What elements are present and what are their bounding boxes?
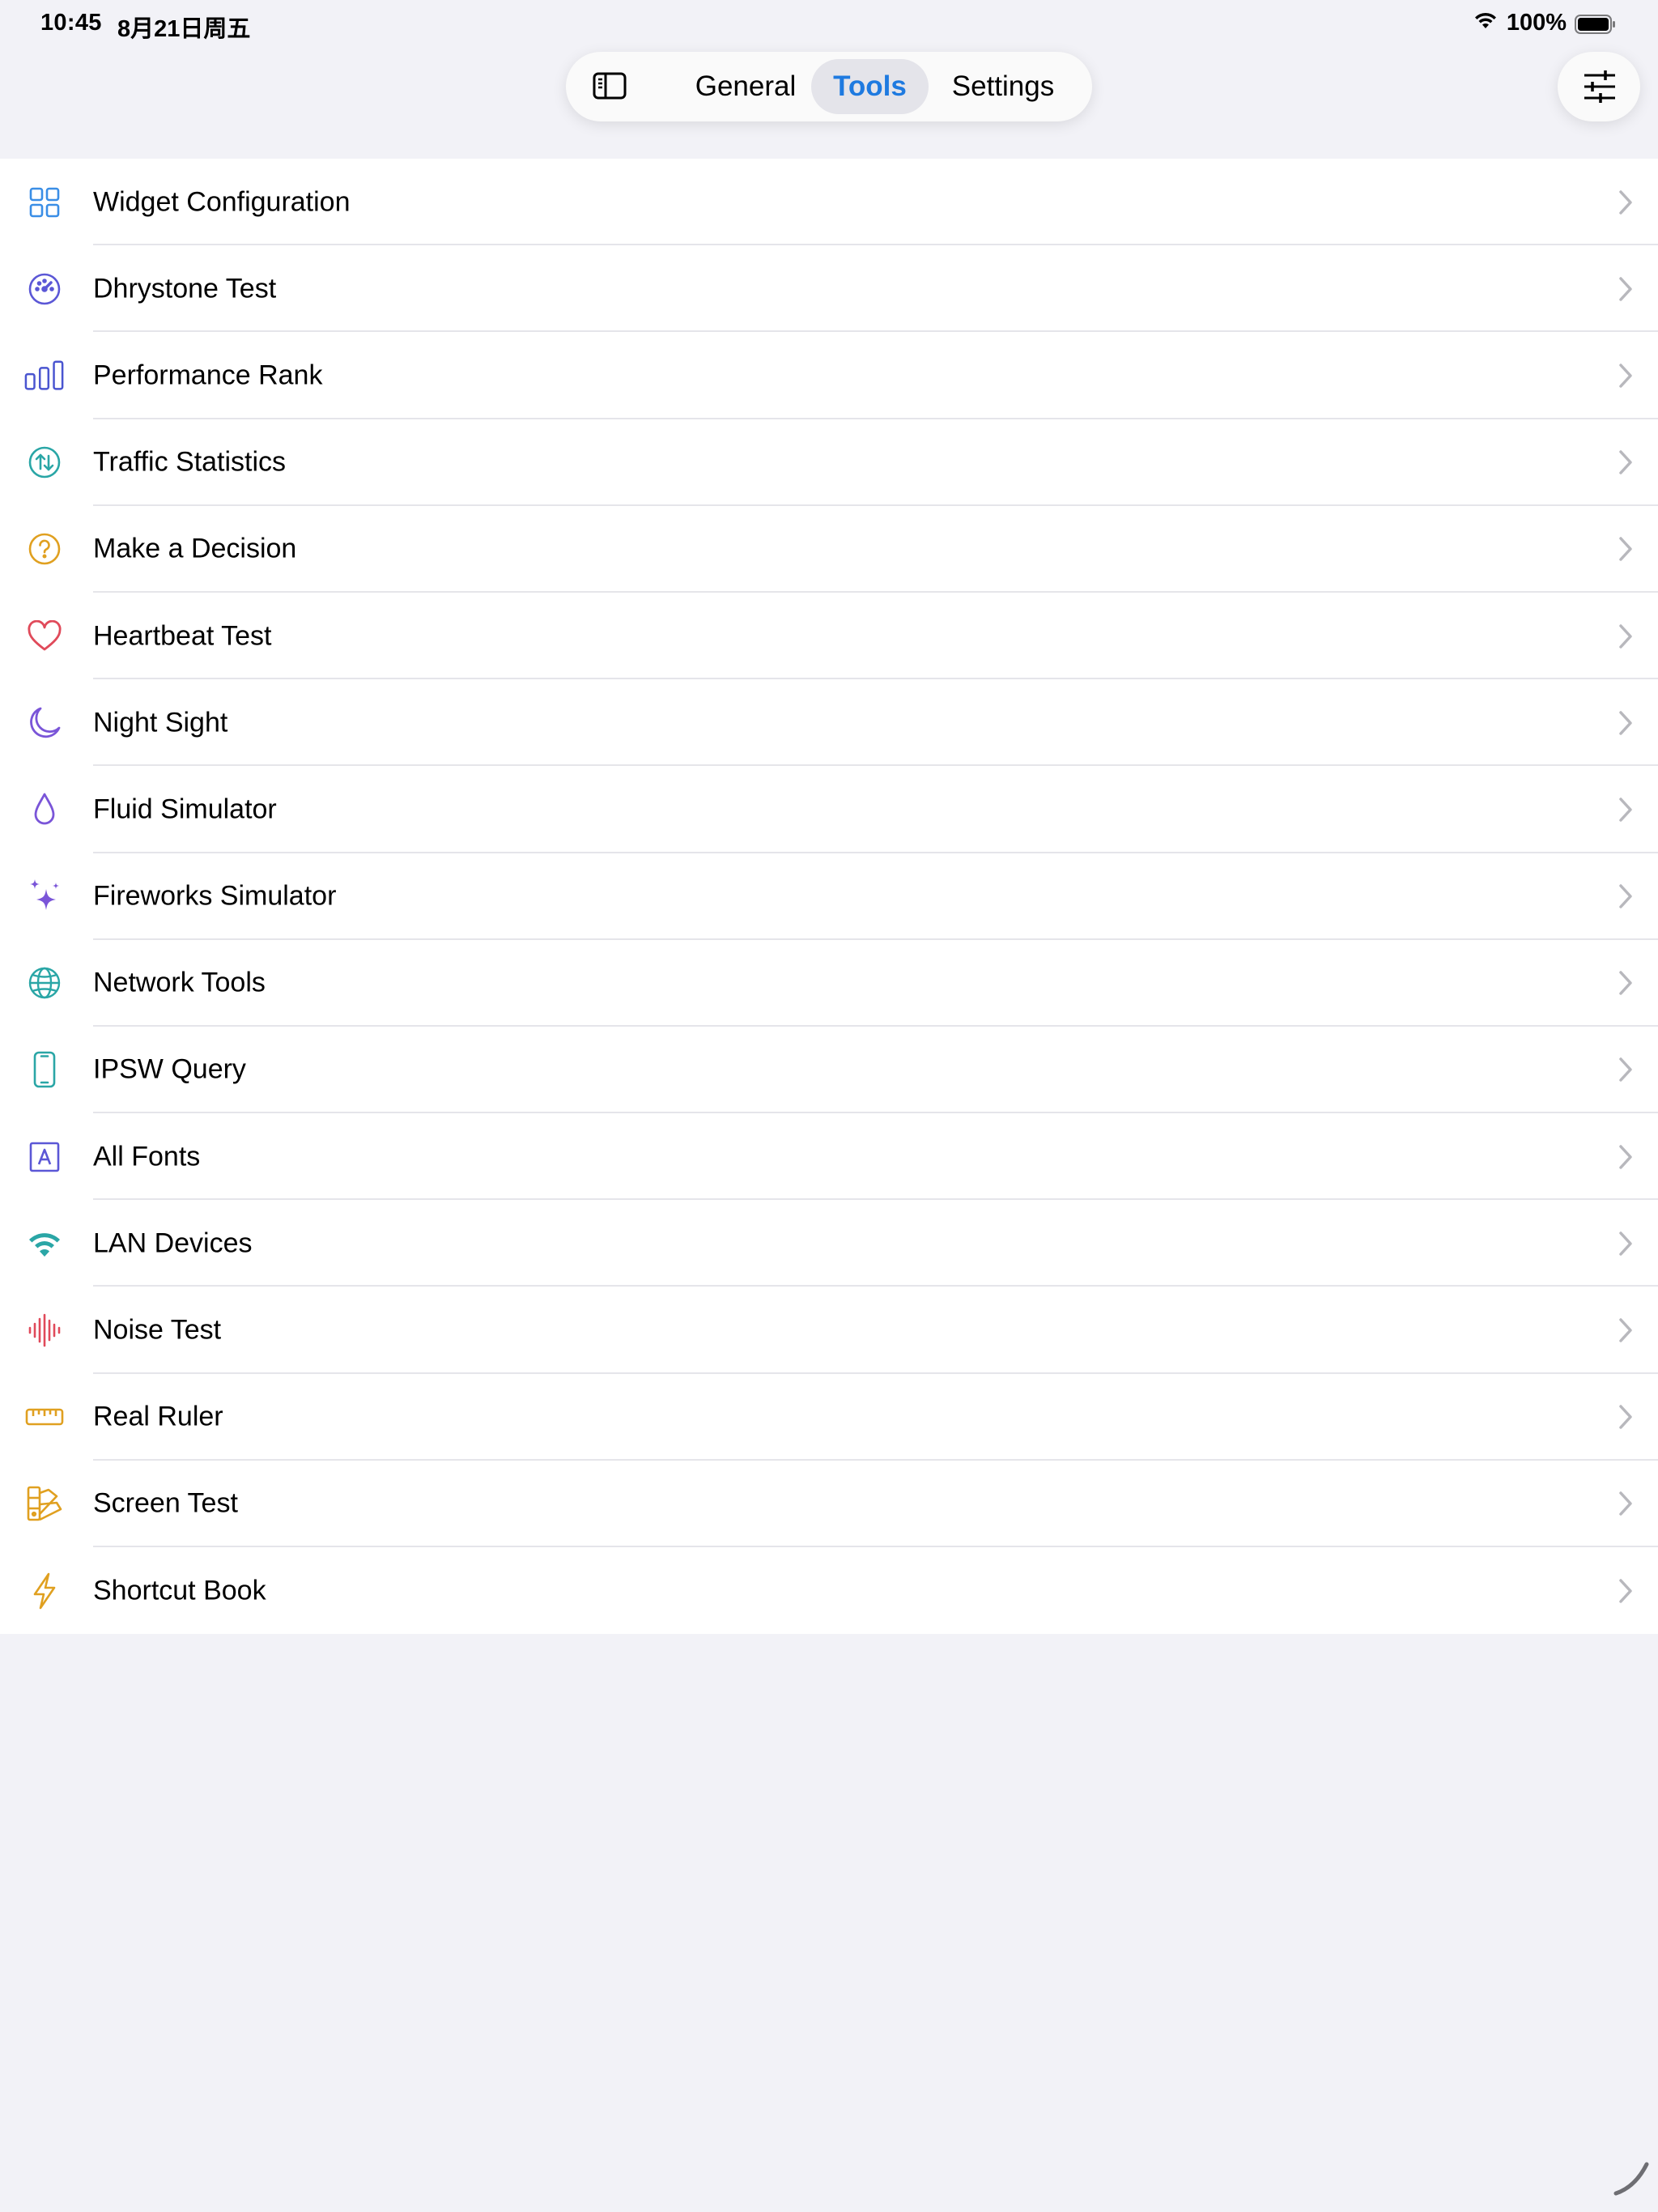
bar-chart-icon	[24, 355, 65, 396]
chevron-right-icon	[1619, 1231, 1632, 1256]
grid-icon	[24, 182, 65, 223]
waveform-icon	[24, 1310, 65, 1351]
list-item-label: Shortcut Book	[93, 1575, 266, 1606]
chevron-right-icon	[1619, 1144, 1632, 1169]
chevron-right-icon	[1619, 450, 1632, 474]
chevron-right-icon	[1619, 710, 1632, 735]
sidebar-toggle-icon[interactable]	[592, 70, 627, 103]
list-item-network-tools[interactable]: Network Tools	[0, 940, 1658, 1027]
chevron-right-icon	[1619, 798, 1632, 822]
list-item-label: Screen Test	[93, 1487, 238, 1519]
list-item-ipsw-query[interactable]: IPSW Query	[0, 1027, 1658, 1114]
status-bar: 10:45 8月21日周五 100%	[0, 0, 1658, 52]
list-item-all-fonts[interactable]: All Fonts	[0, 1113, 1658, 1201]
filter-button[interactable]	[1558, 52, 1640, 121]
list-item-label: Make a Decision	[93, 533, 297, 564]
ruler-icon	[24, 1397, 65, 1437]
chevron-right-icon	[1619, 1318, 1632, 1342]
swatch-icon	[24, 1483, 65, 1524]
battery-icon	[1575, 14, 1615, 34]
list-item-label: Traffic Statistics	[93, 446, 287, 478]
drop-icon	[24, 789, 65, 830]
list-item-label: Noise Test	[93, 1314, 222, 1346]
moon-icon	[24, 703, 65, 743]
list-item-label: Dhrystone Test	[93, 273, 277, 304]
chevron-right-icon	[1619, 884, 1632, 908]
tab-settings[interactable]: Settings	[930, 59, 1076, 114]
status-time: 10:45	[40, 10, 102, 36]
tab-tools[interactable]: Tools	[811, 59, 929, 114]
list-item-label: Heartbeat Test	[93, 620, 272, 652]
list-item-label: Network Tools	[93, 967, 266, 998]
list-item-fireworks-simulator[interactable]: Fireworks Simulator	[0, 853, 1658, 940]
chevron-right-icon	[1619, 537, 1632, 562]
wifi-icon	[1473, 10, 1499, 36]
chevron-right-icon	[1619, 364, 1632, 388]
status-indicators: 100%	[1473, 10, 1615, 36]
battery-percent: 100%	[1506, 10, 1567, 36]
list-item-label: LAN Devices	[93, 1227, 253, 1259]
chevron-right-icon	[1619, 1491, 1632, 1516]
list-item-heartbeat-test[interactable]: Heartbeat Test	[0, 593, 1658, 680]
list-item-noise-test[interactable]: Noise Test	[0, 1287, 1658, 1374]
list-item-real-ruler[interactable]: Real Ruler	[0, 1374, 1658, 1461]
list-item-make-a-decision[interactable]: Make a Decision	[0, 506, 1658, 593]
globe-icon	[24, 963, 65, 1003]
tab-general[interactable]: General	[678, 59, 814, 114]
list-item-label: Performance Rank	[93, 359, 323, 391]
arrows-up-down-icon	[24, 442, 65, 483]
list-item-performance-rank[interactable]: Performance Rank	[0, 332, 1658, 419]
sliders-icon	[1584, 70, 1615, 103]
list-item-dhrystone-test[interactable]: Dhrystone Test	[0, 245, 1658, 333]
bolt-icon	[24, 1571, 65, 1611]
tools-list: Widget Configuration Dhrystone Test Perf…	[0, 159, 1658, 1635]
list-item-label: Widget Configuration	[93, 186, 351, 218]
list-item-label: Fireworks Simulator	[93, 880, 337, 912]
list-item-lan-devices[interactable]: LAN Devices	[0, 1200, 1658, 1287]
corner-indicator-icon	[1613, 2162, 1649, 2196]
status-date: 8月21日周五	[117, 16, 251, 42]
list-item-shortcut-book[interactable]: Shortcut Book	[0, 1547, 1658, 1634]
chevron-right-icon	[1619, 971, 1632, 996]
question-icon	[24, 529, 65, 569]
speedometer-icon	[24, 269, 65, 309]
list-item-label: IPSW Query	[93, 1053, 246, 1085]
list-item-label: All Fonts	[93, 1141, 201, 1172]
list-item-label: Fluid Simulator	[93, 793, 277, 825]
font-icon	[24, 1137, 65, 1177]
wifi-icon	[24, 1223, 65, 1264]
list-item-traffic-statistics[interactable]: Traffic Statistics	[0, 419, 1658, 506]
heart-icon	[24, 616, 65, 657]
tab-segmented-control: General Tools Settings	[566, 52, 1092, 121]
phone-icon	[24, 1049, 65, 1090]
list-item-label: Night Sight	[93, 707, 228, 738]
chevron-right-icon	[1619, 189, 1632, 215]
list-item-fluid-simulator[interactable]: Fluid Simulator	[0, 766, 1658, 853]
list-item-screen-test[interactable]: Screen Test	[0, 1461, 1658, 1547]
chevron-right-icon	[1619, 1057, 1632, 1083]
list-item-widget-configuration[interactable]: Widget Configuration	[0, 159, 1658, 246]
chevron-right-icon	[1619, 1578, 1632, 1603]
chevron-right-icon	[1619, 277, 1632, 301]
list-item-night-sight[interactable]: Night Sight	[0, 679, 1658, 767]
chevron-right-icon	[1619, 623, 1632, 649]
list-item-label: Real Ruler	[93, 1401, 223, 1432]
chevron-right-icon	[1619, 1405, 1632, 1429]
sparkles-icon	[24, 876, 65, 917]
